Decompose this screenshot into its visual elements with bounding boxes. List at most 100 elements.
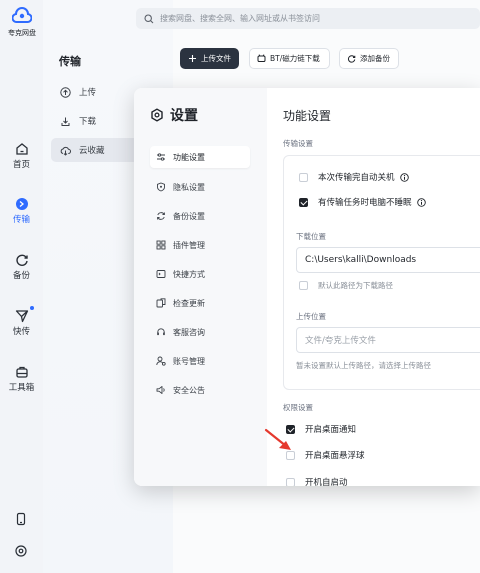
auto-shutdown-checkbox[interactable] [299, 172, 308, 182]
settings-nav-security[interactable]: 安全公告 [150, 379, 250, 401]
settings-hex-icon [151, 108, 163, 122]
home-icon [15, 143, 28, 155]
speaker-icon [156, 386, 165, 394]
annotation-arrow-icon [264, 428, 291, 450]
rail-item-label: 快传 [12, 327, 30, 337]
settings-nav: 设置 功能设置 隐私设置 备份设置 插件管理 快捷方式 检查更新 客服咨询 账号… [134, 88, 267, 486]
settings-dialog: 设置 功能设置 隐私设置 备份设置 插件管理 快捷方式 检查更新 客服咨询 账号… [134, 88, 480, 486]
settings-nav-privacy[interactable]: 隐私设置 [150, 176, 250, 198]
backup-icon [15, 254, 28, 266]
settings-nav-plugins[interactable]: 插件管理 [150, 234, 250, 256]
rail-item-toolbox[interactable]: 工具箱 [0, 365, 43, 393]
no-sleep-label: 有传输任务时电脑不睡眠 [318, 198, 412, 208]
grid-icon [156, 240, 166, 250]
upload-icon [60, 86, 71, 98]
shield-icon [157, 182, 165, 192]
settings-panel: 功能设置 传输设置 本次传输完自动关机 有传输任务时电脑不睡眠 下载位置 C:\… [267, 88, 480, 486]
nav-label: 安全公告 [173, 385, 205, 395]
rail-item-quick-transfer[interactable]: 快传 [0, 309, 43, 337]
sidebar-item-label: 云收藏 [79, 146, 105, 156]
search-bar[interactable]: 搜索网盘、搜索全网、输入网址或从书签访问 [136, 8, 480, 29]
rail-item-home[interactable]: 首页 [0, 142, 43, 170]
bt-magnet-label: BT/磁力链下载 [270, 54, 320, 63]
upload-hint: 暂未设置默认上传路径，请选择上传路径 [296, 361, 431, 370]
add-backup-button[interactable]: 添加备份 [339, 48, 399, 69]
sync-icon [157, 212, 165, 220]
cloud-download-icon [60, 146, 71, 156]
toolbox-icon [15, 366, 28, 378]
desktop-notify-label: 开启桌面通知 [305, 425, 357, 435]
sliders-icon [157, 153, 165, 161]
rail-item-backup[interactable]: 备份 [0, 253, 43, 281]
nav-label: 隐私设置 [173, 182, 205, 192]
sidebar-item-label: 下载 [79, 117, 97, 127]
settings-nav-backup[interactable]: 备份设置 [150, 205, 250, 227]
refresh-icon [347, 55, 356, 63]
user-gear-icon [156, 356, 166, 366]
rail-item-label: 首页 [12, 160, 30, 170]
default-download-row[interactable]: 默认此路径为下载路径 [299, 280, 393, 291]
settings-nav-account[interactable]: 账号管理 [150, 350, 250, 372]
upload-file-button[interactable]: 上传文件 [180, 48, 239, 69]
nav-label: 插件管理 [173, 240, 205, 250]
default-download-checkbox[interactable] [299, 281, 308, 290]
autostart-row[interactable]: 开机自启动 [286, 476, 348, 486]
headset-icon [157, 328, 165, 336]
rail-item-label: 传输 [12, 215, 30, 225]
autostart-checkbox[interactable] [286, 477, 295, 486]
settings-title: 设置 [150, 105, 198, 125]
bt-magnet-download-button[interactable]: BT/磁力链下载 [249, 48, 330, 69]
autostart-label: 开机自启动 [305, 478, 348, 486]
add-backup-label: 添加备份 [360, 54, 390, 63]
sidebar-item-label: 上传 [79, 88, 97, 98]
download-path-field[interactable]: C:\Users\kalli\Downloads [296, 247, 480, 273]
update-icon [156, 298, 166, 308]
magnet-icon [257, 54, 266, 62]
settings-nav-shortcuts[interactable]: 快捷方式 [150, 263, 250, 285]
no-sleep-checkbox[interactable] [299, 197, 308, 207]
download-location-label: 下载位置 [296, 232, 326, 241]
sidebar-title: 传输 [59, 55, 81, 68]
settings-nav-updates[interactable]: 检查更新 [150, 292, 250, 314]
nav-label: 检查更新 [173, 298, 205, 308]
rail-item-label: 备份 [12, 271, 30, 281]
settings-nav-feature[interactable]: 功能设置 [150, 146, 250, 168]
section-transfer-label: 传输设置 [283, 139, 313, 148]
nav-label: 快捷方式 [173, 269, 205, 279]
rail-item-label: 工具箱 [8, 383, 35, 393]
send-icon [15, 310, 28, 323]
info-icon[interactable] [416, 197, 426, 207]
nav-label: 客服咨询 [173, 327, 205, 337]
nav-label: 账号管理 [173, 356, 205, 366]
nav-label: 备份设置 [173, 211, 205, 221]
transfer-settings-card: 本次传输完自动关机 有传输任务时电脑不睡眠 下载位置 C:\Users\kall… [283, 155, 480, 390]
settings-title-text: 设置 [170, 108, 198, 124]
settings-nav-support[interactable]: 客服咨询 [150, 321, 250, 343]
upload-file-label: 上传文件 [201, 54, 231, 63]
cloud-logo-icon [11, 6, 33, 23]
phone-icon[interactable] [14, 512, 28, 526]
plus-icon [189, 55, 196, 62]
no-sleep-row[interactable]: 有传输任务时电脑不睡眠 [299, 196, 426, 208]
nav-label: 功能设置 [173, 152, 205, 162]
app-logo[interactable]: 夸克网盘 [6, 6, 38, 38]
info-icon[interactable] [399, 172, 409, 182]
app-rail: 夸克网盘 首页 传输 备份 快传 工具箱 [0, 0, 43, 573]
notification-dot [30, 306, 34, 310]
upload-path-field[interactable]: 文件/夸克上传文件 [296, 327, 480, 353]
auto-shutdown-row[interactable]: 本次传输完自动关机 [299, 171, 409, 183]
download-icon [61, 117, 70, 126]
search-icon [144, 13, 154, 23]
download-path-value: C:\Users\kalli\Downloads [305, 255, 417, 265]
settings-gear-icon[interactable] [14, 544, 28, 558]
panel-title: 功能设置 [283, 109, 332, 123]
shortcut-icon [156, 270, 166, 278]
section-permission-label: 权限设置 [283, 403, 313, 412]
upload-path-placeholder: 文件/夸克上传文件 [305, 336, 376, 346]
rail-item-transfer[interactable]: 传输 [0, 197, 43, 225]
upload-location-label: 上传位置 [296, 312, 326, 321]
floating-ball-label: 开启桌面悬浮球 [305, 451, 365, 461]
transfer-icon [15, 198, 28, 210]
auto-shutdown-label: 本次传输完自动关机 [318, 173, 395, 183]
default-download-label: 默认此路径为下载路径 [318, 281, 393, 290]
